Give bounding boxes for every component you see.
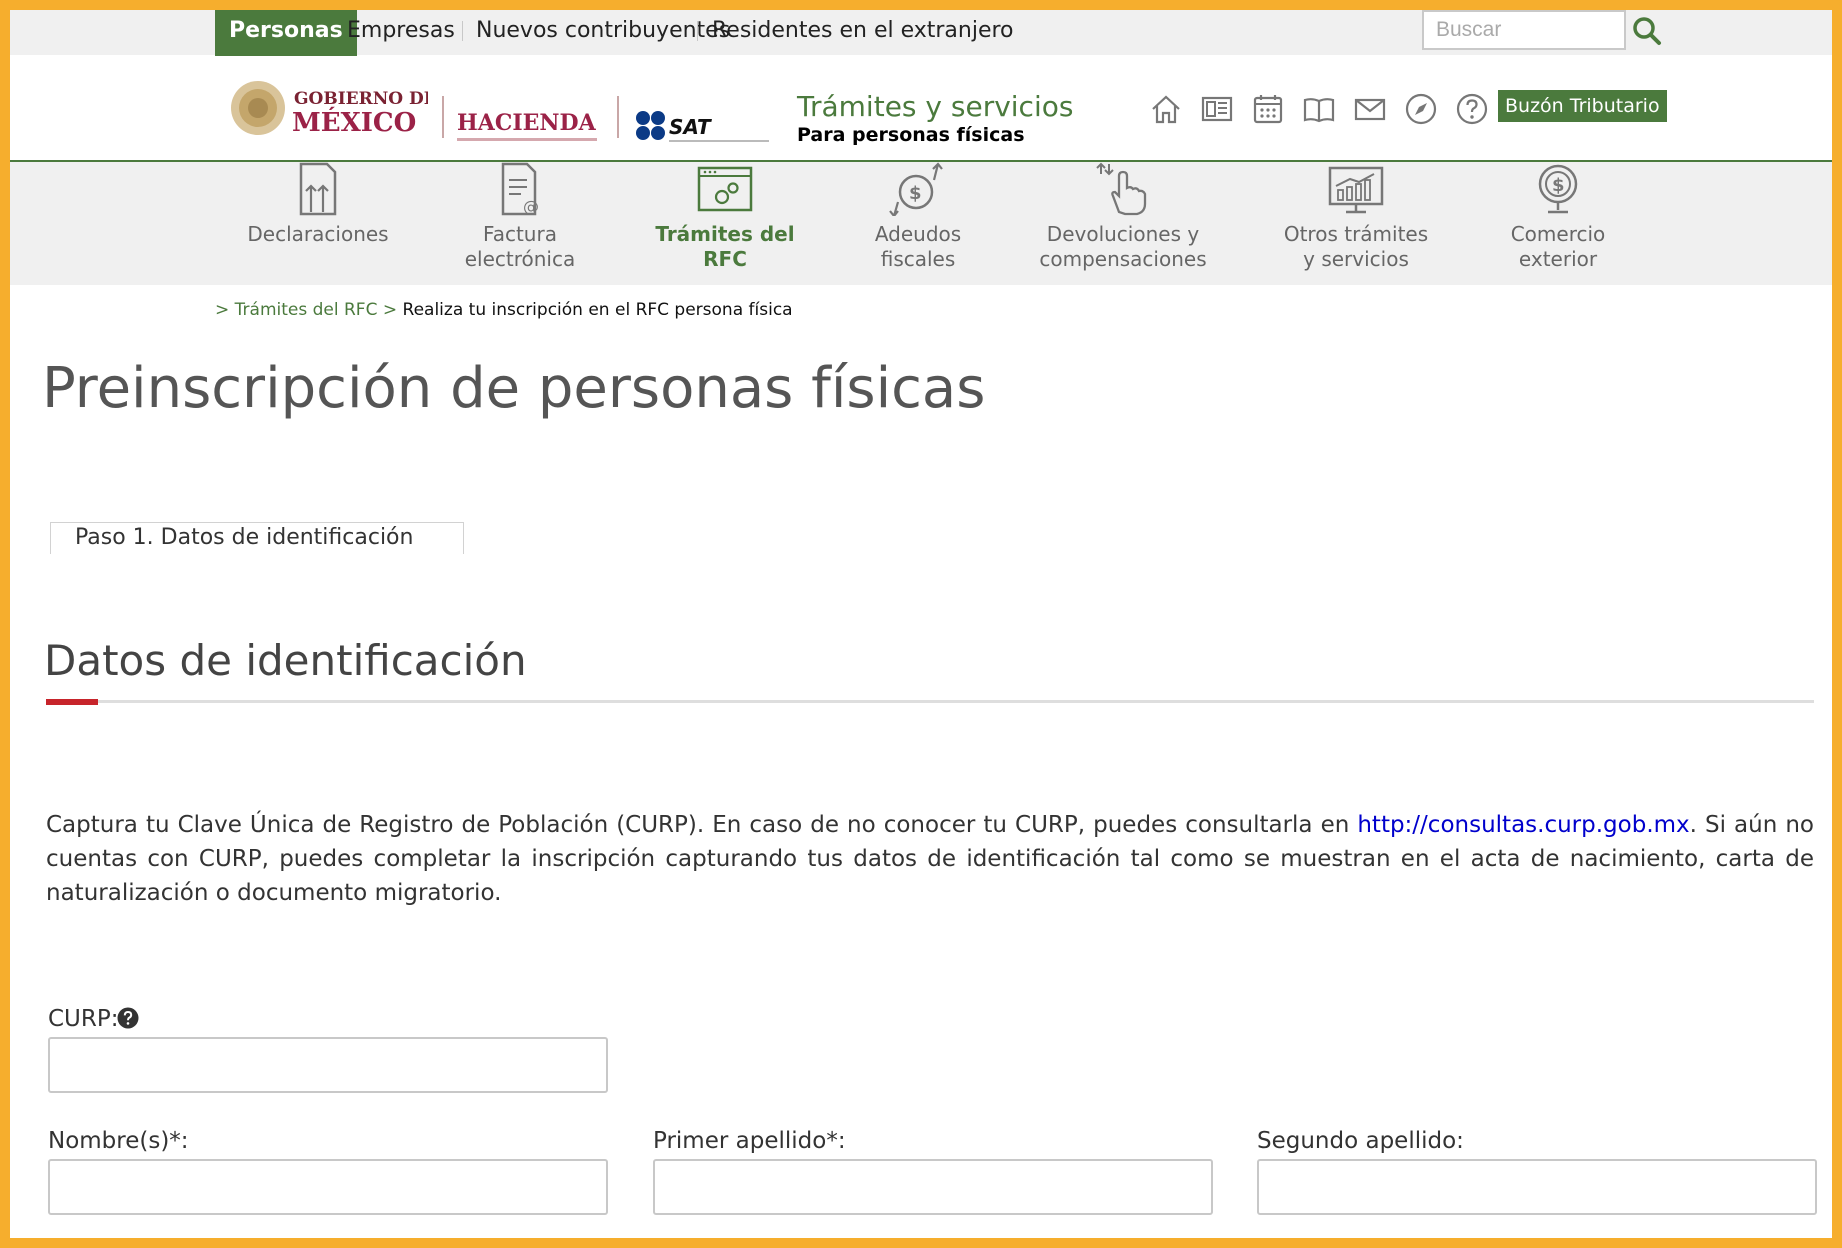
tab-empresas[interactable]: Empresas: [347, 10, 455, 52]
section-title-header[interactable]: Trámites y servicios: [797, 90, 1073, 123]
nav-adeudos-fiscales[interactable]: $ Adeudos fiscales: [853, 162, 983, 272]
primer-apellido-label: Primer apellido*:: [653, 1128, 846, 1154]
hacienda-text: HACIENDA: [457, 110, 597, 136]
otros-tramites-icon: [1328, 166, 1384, 214]
mail-icon[interactable]: [1353, 92, 1387, 126]
devoluciones-icon: [1096, 162, 1147, 216]
search-input[interactable]: Buscar: [1422, 10, 1626, 50]
adeudos-icon: $: [889, 162, 943, 216]
segundo-apellido-input[interactable]: [1257, 1159, 1817, 1215]
gobierno-mexico-logo[interactable]: GOBIERNO DE MÉXICO: [228, 78, 428, 138]
divider: [462, 21, 463, 41]
gob-line2: MÉXICO: [292, 106, 416, 138]
intro-text-start: Captura tu Clave Única de Registro de Po…: [46, 812, 1358, 838]
nav-declaraciones[interactable]: Declaraciones: [238, 162, 398, 247]
comercio-exterior-icon: $: [1538, 164, 1578, 214]
svg-text:@: @: [523, 197, 539, 216]
section-heading: Datos de identificación: [44, 636, 527, 685]
tab-personas[interactable]: Personas: [215, 10, 357, 56]
nav-otros-tramites[interactable]: Otros trámites y servicios: [1278, 162, 1434, 272]
tab-residentes-extranjero[interactable]: Residentes en el extranjero: [712, 10, 1014, 52]
section-rule: [46, 700, 1814, 703]
logo-divider: [617, 96, 619, 138]
logo-divider: [442, 96, 444, 138]
breadcrumb-current: Realiza tu inscripción en el RFC persona…: [402, 300, 793, 320]
site-header: GOBIERNO DE MÉXICO HACIENDA SAT Trámites…: [10, 56, 1832, 160]
svg-text:$: $: [1552, 175, 1565, 196]
primer-apellido-input[interactable]: [653, 1159, 1213, 1215]
declaraciones-icon: [299, 162, 337, 216]
intro-paragraph: Captura tu Clave Única de Registro de Po…: [46, 808, 1814, 910]
compass-icon[interactable]: [1404, 92, 1438, 126]
step-tab[interactable]: Paso 1. Datos de identificación: [50, 522, 464, 554]
top-bar: Personas Empresas Nuevos contribuyentes …: [10, 10, 1832, 56]
factura-icon: @: [501, 162, 539, 216]
curp-label: CURP:: [48, 1006, 119, 1032]
tramites-rfc-icon: [697, 166, 753, 212]
nav-factura-electronica[interactable]: @ Factura electrónica: [450, 162, 590, 272]
segundo-apellido-label: Segundo apellido:: [1257, 1128, 1464, 1154]
nav-label: Declaraciones: [247, 222, 389, 246]
book-icon[interactable]: [1302, 92, 1336, 126]
nav-label: Adeudos fiscales: [874, 222, 962, 271]
home-icon[interactable]: [1149, 92, 1183, 126]
breadcrumb-link-tramites-rfc[interactable]: Trámites del RFC: [235, 300, 378, 320]
hacienda-logo[interactable]: HACIENDA: [457, 106, 607, 150]
nav-comercio-exterior[interactable]: $ Comercio exterior: [1498, 162, 1618, 272]
nav-tramites-rfc[interactable]: Trámites del RFC: [650, 162, 800, 272]
nav-label: Trámites del RFC: [655, 222, 795, 271]
search-icon[interactable]: [1630, 14, 1664, 48]
calendar-icon[interactable]: [1251, 92, 1285, 126]
breadcrumb-separator: >: [215, 300, 230, 320]
page-title: Preinscripción de personas físicas: [42, 356, 986, 421]
curp-help-icon[interactable]: [117, 1007, 139, 1029]
nav-label: Otros trámites y servicios: [1283, 222, 1429, 271]
svg-text:$: $: [909, 183, 922, 204]
curp-consulta-link[interactable]: http://consultas.curp.gob.mx: [1357, 812, 1689, 838]
nav-label: Factura electrónica: [464, 222, 576, 271]
breadcrumb: > Trámites del RFC > Realiza tu inscripc…: [215, 300, 793, 320]
nav-devoluciones-compensaciones[interactable]: Devoluciones y compensaciones: [1038, 162, 1208, 272]
nombre-label: Nombre(s)*:: [48, 1128, 189, 1154]
news-icon[interactable]: [1200, 92, 1234, 126]
breadcrumb-separator: >: [382, 300, 398, 320]
section-accent: [46, 699, 98, 705]
nav-label: Devoluciones y compensaciones: [1039, 222, 1207, 271]
section-subtitle-header: Para personas físicas: [797, 124, 1025, 146]
sat-text: SAT: [669, 115, 712, 139]
sat-logo[interactable]: SAT: [635, 106, 775, 150]
tab-nuevos-contribuyentes[interactable]: Nuevos contribuyentes: [476, 10, 730, 52]
curp-input[interactable]: [48, 1037, 608, 1093]
page-frame: Personas Empresas Nuevos contribuyentes …: [10, 10, 1832, 1238]
help-icon[interactable]: [1455, 92, 1489, 126]
nombre-input[interactable]: [48, 1159, 608, 1215]
gob-line1: GOBIERNO DE: [294, 89, 428, 109]
main-nav: Declaraciones @ Factura electrónica Trám…: [10, 162, 1832, 285]
nav-label: Comercio exterior: [1510, 222, 1606, 271]
divider: [697, 21, 698, 41]
buzon-tributario-button[interactable]: Buzón Tributario: [1498, 90, 1667, 122]
